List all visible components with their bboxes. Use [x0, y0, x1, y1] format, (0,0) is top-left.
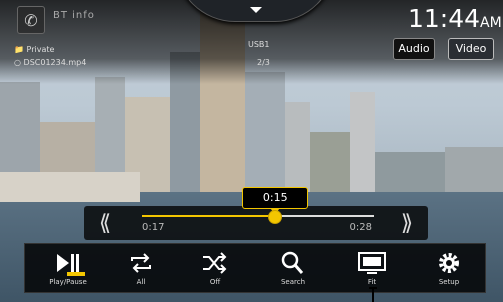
folder-label: Private — [26, 45, 55, 54]
building — [310, 132, 350, 192]
fast-forward-icon[interactable]: ⟫ — [390, 206, 424, 240]
setup-label: Setup — [438, 278, 460, 286]
building — [375, 152, 445, 192]
mouse-cursor — [369, 287, 377, 302]
elapsed-time: 0:17 — [142, 222, 165, 233]
repeat-button[interactable]: All — [113, 244, 169, 292]
seek-handle[interactable] — [268, 210, 283, 224]
search-icon — [281, 251, 304, 274]
screen-fit-icon — [358, 252, 386, 274]
file-name: ○ DSC01234.mp4 — [14, 58, 87, 67]
seek-time-popup: 0:15 — [242, 187, 309, 214]
clock-ampm: AM — [480, 15, 502, 31]
status-bar: ✆ BT info 📁 Private ○ DSC01234.mp4 USB1 … — [0, 0, 503, 84]
repeat-label: All — [136, 278, 146, 286]
clock: 11:44AM — [408, 4, 502, 33]
seek-bar[interactable]: 0:15 — [142, 187, 374, 224]
chevron-down-icon[interactable] — [250, 7, 262, 13]
building — [245, 72, 285, 192]
repeat-icon — [131, 253, 151, 273]
tab-video[interactable]: Video — [448, 38, 494, 60]
track-number: 2/3 — [257, 58, 270, 67]
file-label: DSC01234.mp4 — [23, 58, 87, 67]
building — [445, 147, 503, 192]
rewind-icon[interactable]: ⟪ — [88, 206, 122, 240]
building — [350, 92, 375, 192]
clock-time: 11:44 — [408, 4, 481, 33]
shuffle-button[interactable]: Off — [187, 244, 243, 292]
seek-panel: ⟪ 0:15 0:17 0:28 ⟫ — [84, 187, 428, 240]
folder-name: 📁 Private — [14, 45, 55, 54]
play-pause-label: Play/Pause — [49, 278, 87, 286]
play-pause-icon — [57, 254, 79, 272]
play-pause-button[interactable]: Play/Pause — [40, 244, 96, 292]
building — [285, 102, 310, 192]
building — [0, 172, 140, 202]
gear-icon — [439, 253, 459, 273]
playback-toolbar: Play/Pause All Off Search Fit Setup — [24, 243, 486, 293]
search-button[interactable]: Search — [265, 244, 321, 292]
phone-icon[interactable]: ✆ — [17, 6, 45, 34]
fit-button[interactable]: Fit — [344, 244, 400, 292]
shuffle-icon — [203, 252, 227, 274]
tab-audio[interactable]: Audio — [393, 38, 435, 60]
bluetooth-status: BT info — [53, 10, 95, 21]
search-label: Search — [280, 278, 306, 286]
seek-progress — [142, 215, 275, 217]
fit-label: Fit — [367, 278, 377, 286]
setup-button[interactable]: Setup — [421, 244, 477, 292]
shuffle-label: Off — [209, 278, 221, 286]
total-time: 0:28 — [349, 222, 372, 233]
source-name: USB1 — [248, 40, 270, 49]
